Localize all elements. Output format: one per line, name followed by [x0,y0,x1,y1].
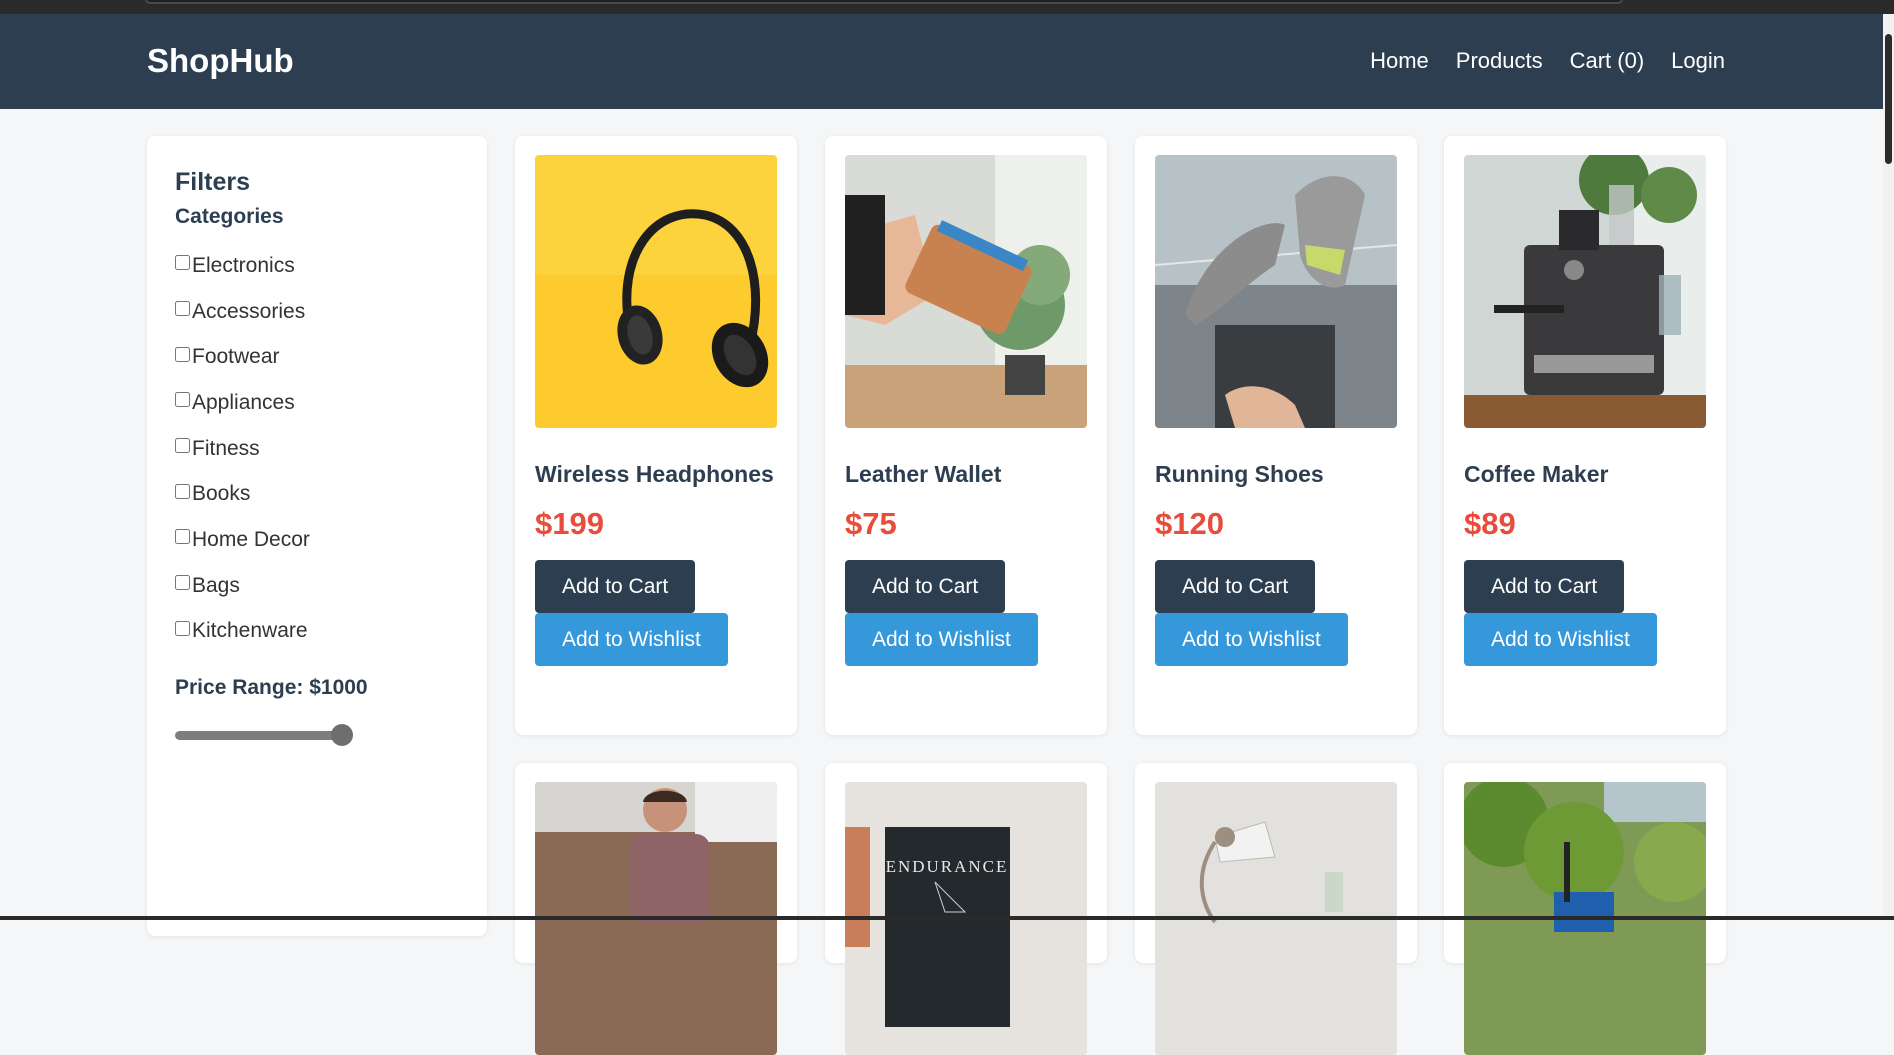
slider-track[interactable] [175,731,351,740]
add-to-wishlist-button[interactable]: Add to Wishlist [845,613,1038,666]
category-label: Electronics [192,254,295,278]
category-label: Appliances [192,391,295,415]
category-electronics[interactable]: Electronics [175,243,459,289]
product-image-shoes[interactable] [1155,155,1397,428]
category-checkbox[interactable] [175,575,190,590]
product-card: Coffee Maker $89 Add to Cart Add to Wish… [1444,136,1726,735]
product-name[interactable]: Coffee Maker [1464,455,1706,493]
category-checkbox[interactable] [175,347,190,362]
category-fitness[interactable]: Fitness [175,426,459,472]
add-to-cart-button[interactable]: Add to Cart [1464,560,1624,613]
category-label: Home Decor [192,528,310,552]
product-card [515,763,797,963]
product-price: $89 [1464,505,1706,543]
product-price: $199 [535,505,777,543]
category-checkbox[interactable] [175,392,190,407]
navbar: ShopHub Home Products Cart (0) Login [0,14,1883,109]
category-checkbox[interactable] [175,255,190,270]
product-card: Wireless Headphones $199 Add to Cart Add… [515,136,797,735]
filters-title: Filters [175,168,459,197]
category-kitchenware[interactable]: Kitchenware [175,609,459,655]
add-to-cart-button[interactable]: Add to Cart [1155,560,1315,613]
category-label: Kitchenware [192,619,308,643]
price-range-slider[interactable] [175,724,351,746]
category-label: Fitness [192,437,260,461]
category-label: Accessories [192,300,305,324]
category-home-decor[interactable]: Home Decor [175,517,459,563]
category-label: Footwear [192,345,280,369]
category-appliances[interactable]: Appliances [175,380,459,426]
scrollbar-thumb[interactable] [1885,34,1892,164]
category-checkbox[interactable] [175,529,190,544]
product-image-coffee-maker[interactable] [1464,155,1706,428]
address-bar[interactable] [145,0,1623,4]
category-label: Books [192,482,250,506]
category-label: Bags [192,574,240,598]
nav-cart[interactable]: Cart (0) [1570,48,1645,74]
product-price: $75 [845,505,1087,543]
product-card [1135,763,1417,963]
category-checkbox[interactable] [175,621,190,636]
nav-login[interactable]: Login [1671,48,1725,74]
product-card: Leather Wallet $75 Add to Cart Add to Wi… [825,136,1107,735]
category-footwear[interactable]: Footwear [175,334,459,380]
add-to-wishlist-button[interactable]: Add to Wishlist [535,613,728,666]
categories-title: Categories [175,205,459,229]
slider-thumb[interactable] [331,724,353,746]
add-to-cart-button[interactable]: Add to Cart [535,560,695,613]
nav-products[interactable]: Products [1456,48,1543,74]
page-scrollbar[interactable] [1883,14,1894,920]
product-card [1444,763,1726,963]
product-card: Running Shoes $120 Add to Cart Add to Wi… [1135,136,1417,735]
product-image-headphones[interactable] [535,155,777,428]
product-name[interactable]: Leather Wallet [845,455,1087,493]
product-name[interactable]: Wireless Headphones [535,455,777,493]
add-to-wishlist-button[interactable]: Add to Wishlist [1155,613,1348,666]
window-bottom-edge [0,916,1894,920]
product-image-wallet[interactable] [845,155,1087,428]
category-checkbox[interactable] [175,301,190,316]
book-cover-text: ENDURANCE [886,857,1009,876]
category-checkbox[interactable] [175,438,190,453]
nav-links: Home Products Cart (0) Login [1370,48,1725,74]
filters-sidebar: Filters Categories Electronics Accessori… [147,136,487,936]
category-checkbox[interactable] [175,484,190,499]
product-price: $120 [1155,505,1397,543]
price-range-label: Price Range: $1000 [175,676,459,700]
category-books[interactable]: Books [175,471,459,517]
category-bags[interactable]: Bags [175,563,459,609]
brand-logo[interactable]: ShopHub [147,42,294,80]
browser-chrome [0,0,1894,14]
add-to-cart-button[interactable]: Add to Cart [845,560,1005,613]
category-accessories[interactable]: Accessories [175,289,459,335]
nav-home[interactable]: Home [1370,48,1429,74]
add-to-wishlist-button[interactable]: Add to Wishlist [1464,613,1657,666]
product-card: ENDURANCE [825,763,1107,963]
product-name[interactable]: Running Shoes [1155,455,1397,493]
